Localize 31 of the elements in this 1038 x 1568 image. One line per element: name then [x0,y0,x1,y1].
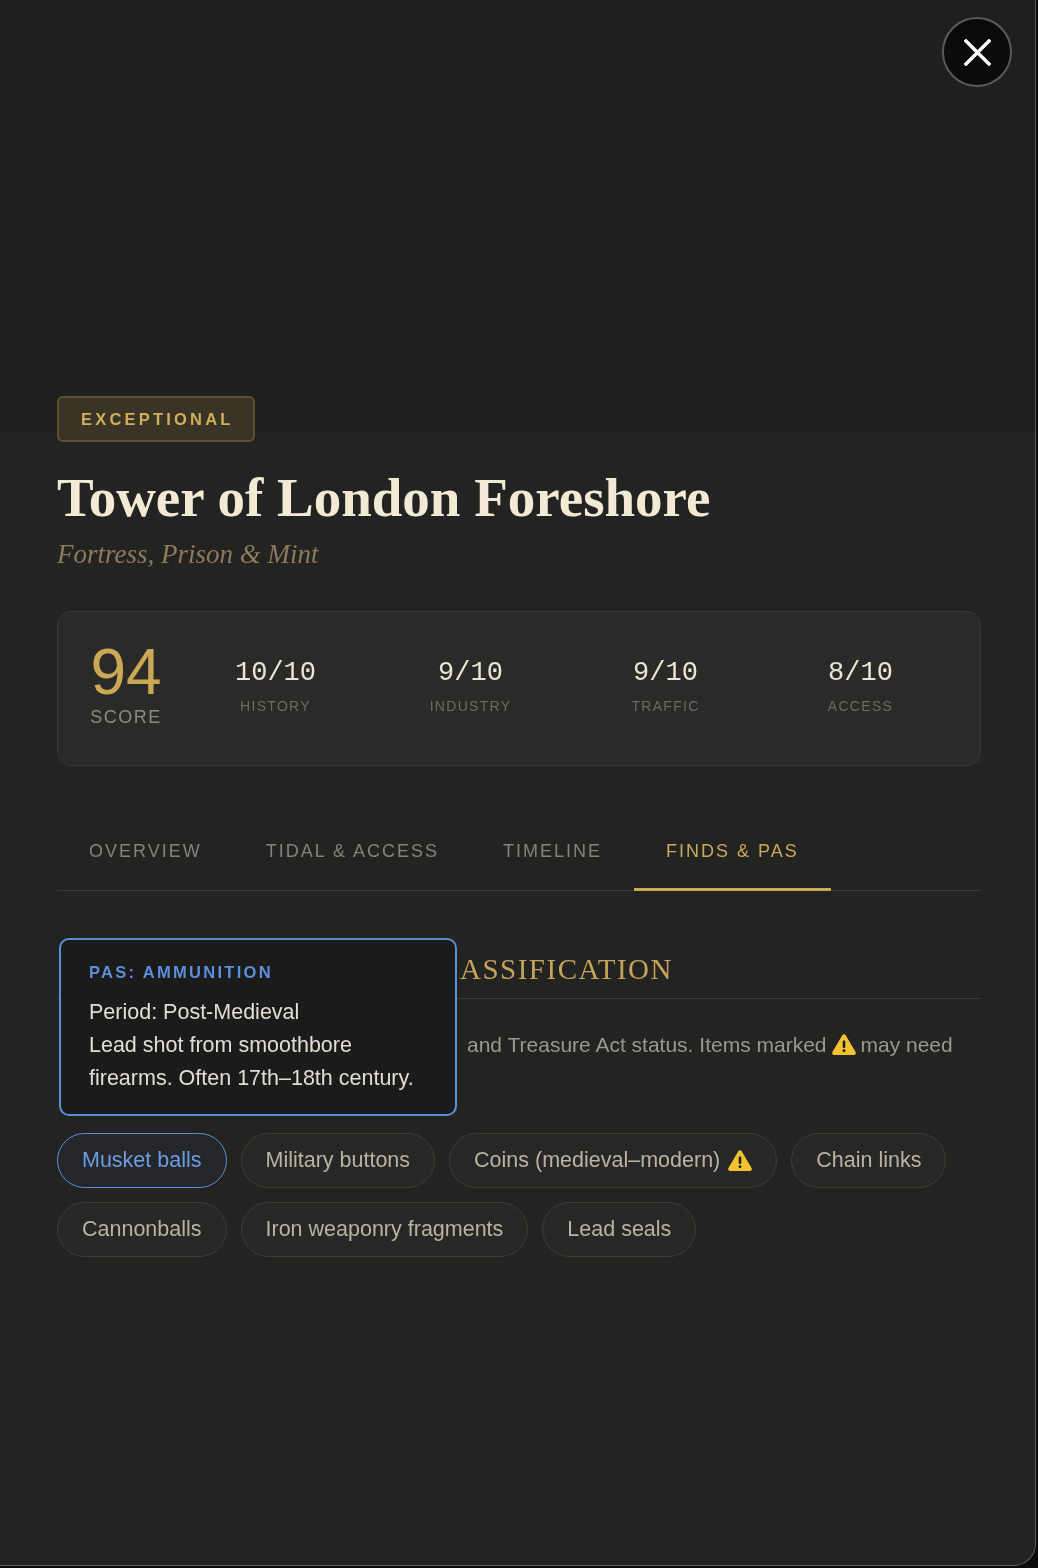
description-text: and Treasure Act status. Items marked may need [467,1032,953,1058]
rating-badge: EXCEPTIONAL [57,396,255,442]
score-value: 94 [90,642,162,701]
tab[interactable]: FINDS & PAS [634,819,831,891]
find-chip[interactable]: Lead seals [542,1202,697,1257]
tab[interactable]: TIMELINE [471,819,635,891]
section-heading: ASSIFICATION [460,952,673,987]
stat-label: INDUSTRY [429,696,512,715]
find-chip[interactable]: Chain links [791,1133,947,1188]
stat-value: 9/10 [633,656,698,689]
close-icon [963,38,991,66]
stat-label: TRAFFIC [631,696,700,715]
stat-value: 8/10 [828,656,893,689]
stat-label: ACCESS [827,696,894,715]
find-chip[interactable]: Iron weaponry fragments [240,1202,529,1257]
tooltip-period: Period: Post-Medieval [89,999,300,1026]
tooltip-text: Lead shot from smoothbore firearms. Often 17th–18th century. [89,1032,415,1092]
find-chip[interactable]: Cannonballs [57,1202,227,1257]
find-chip[interactable]: Coins (medieval–modern) [449,1133,778,1188]
site-title: Tower of London Foreshore [57,466,711,530]
tab[interactable]: TIDAL & ACCESS [233,819,472,891]
warning-icon [831,1034,856,1055]
score-label: SCORE [90,705,162,729]
site-subtitle: Fortress, Prison & Mint [57,538,319,571]
stat-value: 9/10 [438,656,503,689]
find-chip[interactable]: Musket balls [57,1133,227,1188]
stat-value: 10/10 [235,656,316,689]
tab[interactable]: OVERVIEW [57,819,234,891]
stat-label: HISTORY [240,696,311,715]
find-chip[interactable]: Military buttons [240,1133,436,1188]
tooltip-title: PAS: AMMUNITION [89,962,273,983]
